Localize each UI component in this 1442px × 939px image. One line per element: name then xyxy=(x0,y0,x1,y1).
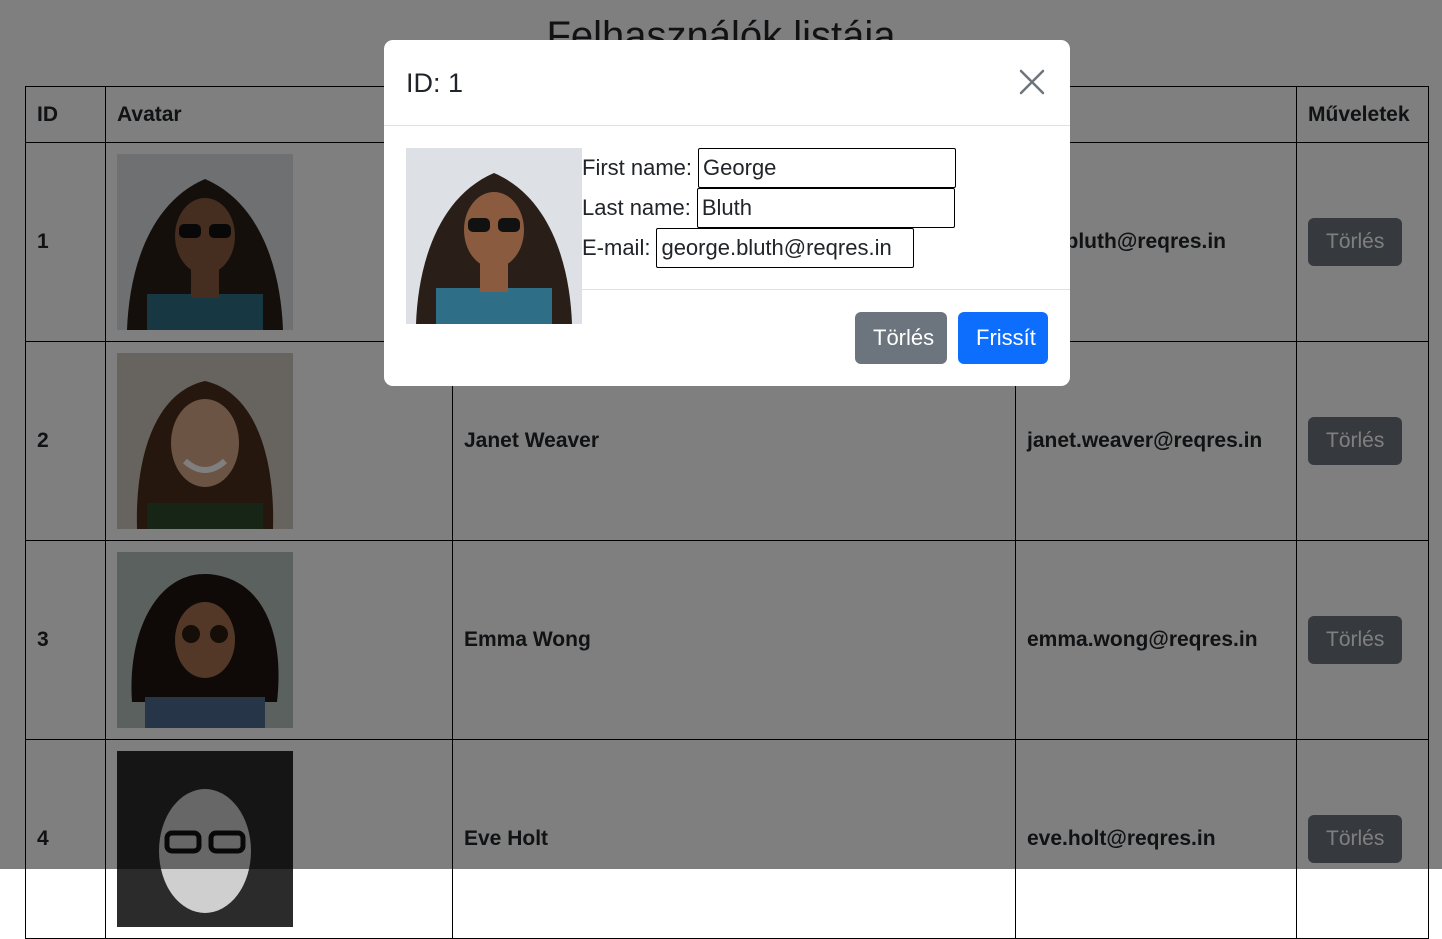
modal-header: ID: 1 xyxy=(384,40,1070,126)
modal-title: ID: 1 xyxy=(406,68,464,98)
first-name-field[interactable] xyxy=(698,148,957,188)
edit-user-modal: ID: 1 First name: Last name: E-mail: Tör xyxy=(384,40,1070,386)
email-label: E-mail: xyxy=(582,235,651,260)
update-button[interactable]: Frissít xyxy=(958,312,1048,364)
close-icon xyxy=(1019,69,1045,95)
first-name-row: First name: xyxy=(582,148,957,188)
last-name-label: Last name: xyxy=(582,195,691,220)
email-row: E-mail: xyxy=(582,228,956,268)
close-button[interactable] xyxy=(1012,62,1052,102)
email-field[interactable] xyxy=(656,228,915,268)
last-name-row: Last name: xyxy=(582,188,956,228)
delete-button[interactable]: Törlés xyxy=(855,312,947,364)
last-name-field[interactable] xyxy=(696,188,955,228)
first-name-label: First name: xyxy=(582,155,693,180)
modal-avatar xyxy=(406,148,582,324)
user-form: First name: Last name: E-mail: xyxy=(582,148,957,268)
footer-divider xyxy=(582,289,1070,290)
